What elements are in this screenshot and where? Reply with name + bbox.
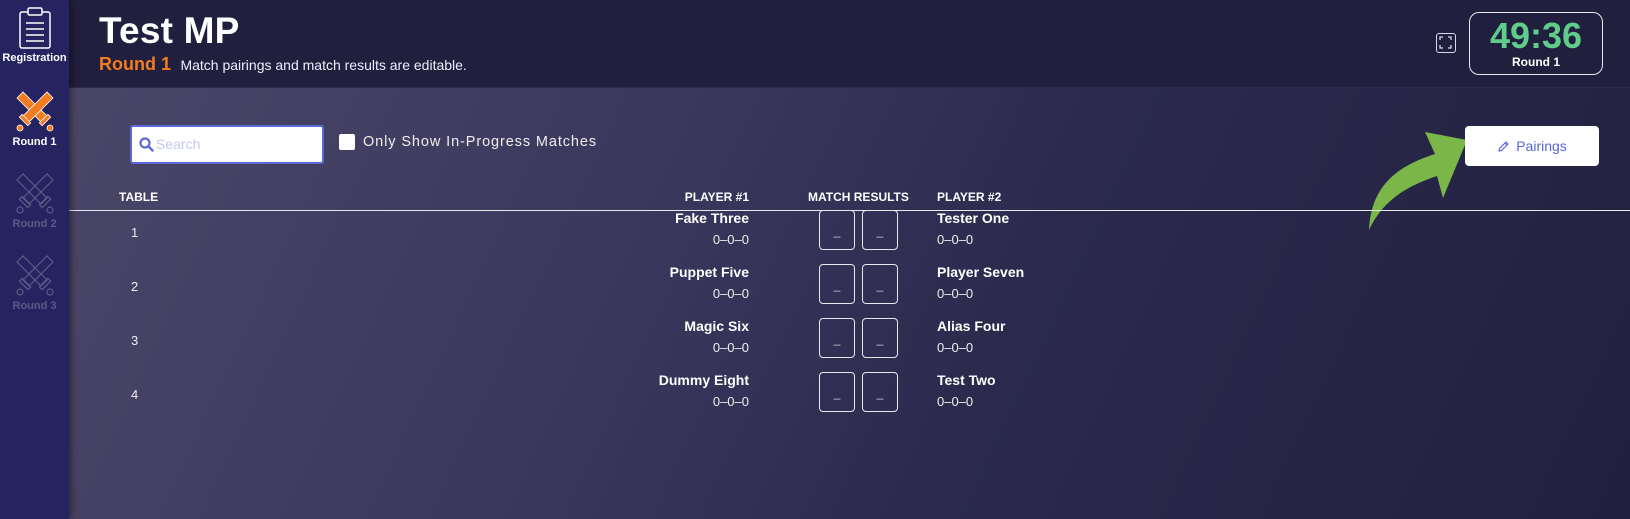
in-progress-filter-label: Only Show In-Progress Matches: [363, 134, 598, 150]
sidebar-item-label: Round 1: [12, 136, 57, 148]
player-2-record: 0–0–0: [937, 394, 974, 409]
sidebar-item-label: Round 3: [12, 300, 57, 312]
sidebar-item-registration[interactable]: Registration: [0, 6, 69, 64]
search-icon: [139, 137, 154, 152]
search-field[interactable]: [130, 125, 324, 164]
header: Test MP Round 1 Match pairings and match…: [69, 0, 1630, 88]
table-row: 3 Magic Six 0–0–0 _ _ Alias Four 0–0–0: [69, 318, 1630, 374]
column-header-player-1[interactable]: PLAYER #1: [589, 190, 749, 204]
player-2-name: Alias Four: [937, 318, 1006, 334]
pairings-button-label: Pairings: [1516, 138, 1567, 154]
table-number: 1: [131, 225, 139, 240]
player-1-record: 0–0–0: [712, 394, 749, 409]
player-2-record: 0–0–0: [937, 286, 974, 301]
column-header-player-2[interactable]: PLAYER #2: [937, 190, 1001, 204]
round-label: Round 1: [99, 54, 171, 74]
crossed-swords-icon: [15, 173, 54, 214]
player-1-result-input[interactable]: _: [819, 372, 855, 412]
sidebar-item-round-1[interactable]: Round 1: [0, 90, 69, 148]
player-1-name: Magic Six: [684, 318, 749, 334]
round-timer: 49:36 Round 1: [1469, 12, 1603, 75]
edit-pairings-button[interactable]: Pairings: [1465, 126, 1599, 166]
player-2-result-input[interactable]: _: [862, 372, 898, 412]
pencil-icon: [1498, 140, 1509, 152]
player-1-name: Fake Three: [675, 210, 749, 226]
table-number: 3: [131, 333, 139, 348]
player-2-record: 0–0–0: [937, 232, 974, 247]
round-description: Match pairings and match results are edi…: [180, 57, 467, 73]
page-title: Test MP: [99, 10, 240, 51]
player-1-record: 0–0–0: [712, 286, 749, 301]
sidebar-item-label: Round 2: [12, 218, 57, 230]
crossed-swords-icon: [15, 255, 54, 296]
subtitle: Round 1 Match pairings and match results…: [99, 54, 467, 75]
player-2-name: Player Seven: [937, 264, 1025, 280]
sidebar-item-label: Registration: [2, 52, 67, 64]
timer-label: Round 1: [1512, 55, 1560, 69]
crossed-swords-icon: [15, 91, 54, 132]
search-input[interactable]: [156, 131, 316, 157]
player-1-record: 0–0–0: [712, 232, 749, 247]
sidebar: Registration Round 1 Round 2 Round 3: [0, 0, 69, 519]
column-header-match-results[interactable]: MATCH RESULTS: [808, 190, 909, 204]
table-row: 1 Fake Three 0–0–0 _ _ Tester One 0–0–0: [69, 210, 1630, 266]
clipboard-icon: [18, 7, 51, 49]
player-2-result-input[interactable]: _: [862, 210, 898, 250]
player-1-result-input[interactable]: _: [819, 318, 855, 358]
sidebar-item-round-2[interactable]: Round 2: [0, 172, 69, 230]
player-2-name: Test Two: [937, 372, 996, 388]
player-1-result-input[interactable]: _: [819, 210, 855, 250]
player-1-record: 0–0–0: [712, 340, 749, 355]
timer-value: 49:36: [1489, 15, 1583, 56]
fullscreen-icon: [1439, 36, 1452, 49]
table-row: 2 Puppet Five 0–0–0 _ _ Player Seven 0–0…: [69, 264, 1630, 320]
player-1-name: Puppet Five: [669, 264, 749, 280]
player-2-result-input[interactable]: _: [862, 264, 898, 304]
player-2-record: 0–0–0: [937, 340, 974, 355]
sidebar-item-round-3[interactable]: Round 3: [0, 254, 69, 312]
table-number: 4: [131, 387, 139, 402]
in-progress-filter[interactable]: Only Show In-Progress Matches: [339, 134, 597, 150]
player-2-name: Tester One: [937, 210, 1010, 226]
table-number: 2: [131, 279, 139, 294]
player-1-result-input[interactable]: _: [819, 264, 855, 304]
fullscreen-button[interactable]: [1436, 33, 1456, 53]
player-1-name: Dummy Eight: [658, 372, 749, 388]
table-row: 4 Dummy Eight 0–0–0 _ _ Test Two 0–0–0: [69, 372, 1630, 428]
column-header-table[interactable]: TABLE: [119, 190, 158, 204]
in-progress-checkbox[interactable]: [339, 134, 355, 150]
main-content: Only Show In-Progress Matches Pairings T…: [69, 88, 1630, 519]
player-2-result-input[interactable]: _: [862, 318, 898, 358]
